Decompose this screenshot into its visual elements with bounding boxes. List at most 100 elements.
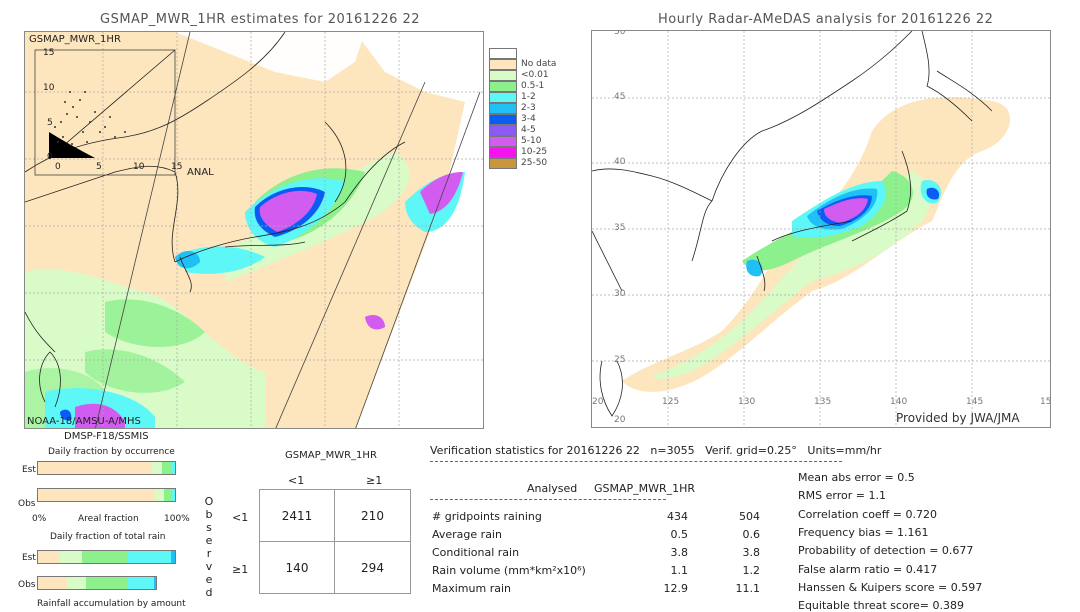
bar-segment: [127, 577, 154, 589]
contingency-model-label: GSMAP_MWR_1HR: [285, 450, 377, 461]
contingency-cell: 294: [334, 541, 411, 594]
contingency-row-header: <1: [232, 511, 249, 524]
row-label: Conditional rain: [432, 546, 520, 559]
row-analysed: 0.5: [670, 528, 689, 541]
lat-tick: 35: [614, 223, 626, 233]
bar-segment: [155, 489, 165, 501]
bar-segment: [38, 462, 152, 474]
sensor-label-noaa: NOAA-18/AMSU-A/MHS: [27, 416, 141, 427]
lat-tick: 40: [614, 157, 626, 167]
right-rain-map: 50 45 40 35 30 25 20 20 125 130 135 140 …: [591, 30, 1051, 428]
legend-swatch: [489, 70, 517, 81]
bar-segment: [85, 577, 128, 589]
row-model: 0.6: [742, 528, 761, 541]
legend-swatch: [489, 125, 517, 136]
observed-letter: v: [205, 560, 213, 573]
occurrence-title: Daily fraction by occurrence: [48, 447, 175, 457]
row-model: 11.1: [735, 582, 761, 595]
occurrence-est-bar: [37, 461, 176, 475]
left-rain-map: GSMAP_MWR_1HR 15 10 5 0 0 5 10 15 ANAL N…: [24, 31, 484, 429]
total-rain-obs-bar: [37, 576, 157, 590]
lon-tick: 125: [662, 397, 680, 407]
observed-letter: b: [205, 508, 213, 521]
sensor-label-dmsp: DMSP-F18/SSMIS: [64, 431, 149, 442]
scatter-x-tick: 10: [133, 162, 145, 172]
row-label: Rain volume (mm*km²x10⁶): [432, 564, 586, 577]
lon-tick: 135: [814, 397, 832, 407]
contingency-row-header: ≥1: [232, 563, 249, 576]
color-legend: No data <0.01 0.5-1 1-2 2-3 3-4 4-5 5-10 10-25 25…: [489, 48, 559, 208]
bar-segment: [38, 577, 68, 589]
row-label: Maximum rain: [432, 582, 511, 595]
observed-letter: r: [206, 547, 212, 560]
score-line: Probability of detection = 0.677: [798, 544, 974, 558]
col-model: GSMAP_MWR_1HR: [594, 482, 696, 495]
row-analysed: 3.8: [670, 546, 689, 559]
scatter-title: GSMAP_MWR_1HR: [29, 34, 121, 45]
left-map-canvas: [25, 32, 483, 428]
scatter-y-tick: 0: [47, 152, 53, 162]
contingency-cell: 140: [259, 541, 335, 594]
lat-tick: 45: [614, 92, 626, 102]
observed-letter: e: [205, 573, 213, 586]
occurrence-x-left: 0%: [32, 514, 47, 524]
scatter-x-tick: 15: [171, 162, 183, 172]
scatter-x-label: ANAL: [187, 167, 214, 178]
bar-segment: [59, 551, 82, 563]
lat-tick: 30: [614, 289, 626, 299]
column-divider: [430, 499, 666, 500]
occurrence-obs-bar: [37, 488, 176, 502]
bar-segment: [170, 551, 175, 563]
bar-segment: [151, 462, 162, 474]
bar-segment: [161, 462, 172, 474]
score-line: Mean abs error = 0.5: [798, 471, 915, 484]
data-credit: Provided by JWA/JMA: [896, 411, 1020, 425]
observed-letter: O: [204, 495, 214, 508]
lon-tick: 140: [890, 397, 908, 407]
score-line: Correlation coeff = 0.720: [798, 507, 937, 521]
right-map-title: Hourly Radar-AMeDAS analysis for 2016122…: [658, 12, 994, 27]
verification-header: Verification statistics for 20161226 22 …: [430, 444, 882, 457]
row-analysed: 434: [667, 510, 688, 523]
total-rain-est-bar: [37, 550, 176, 564]
contingency-cell: 2411: [259, 489, 335, 542]
lon-tick: 145: [966, 397, 984, 407]
bar-segment: [171, 462, 175, 474]
observed-letter: d: [205, 586, 213, 599]
occurrence-x-label: Areal fraction: [78, 514, 139, 524]
header-divider: [430, 461, 842, 462]
score-line: Equitable threat score= 0.389: [798, 599, 964, 612]
lat-tick: 20: [614, 415, 626, 425]
row-analysed: 12.9: [663, 582, 689, 595]
legend-label: 25-50: [521, 158, 548, 168]
score-line: RMS error = 1.1: [798, 489, 886, 503]
occurrence-est-label: Est: [22, 465, 36, 475]
bar-segment: [81, 551, 128, 563]
bar-segment: [127, 551, 171, 563]
legend-swatch: [489, 147, 517, 158]
legend-swatch: [489, 81, 517, 92]
row-label: Average rain: [432, 528, 502, 541]
lon-tick: 20: [592, 397, 604, 407]
legend-swatch: [489, 59, 517, 70]
bar-segment: [67, 577, 86, 589]
scatter-y-tick: 10: [43, 83, 55, 93]
bar-segment: [171, 489, 175, 501]
bar-segment: [38, 489, 156, 501]
score-line: Frequency bias = 1.161: [798, 525, 929, 539]
score-line: False alarm ratio = 0.417: [798, 562, 938, 576]
legend-swatch: [489, 114, 517, 125]
score-line: Hanssen & Kuipers score = 0.597: [798, 580, 983, 594]
scatter-y-tick: 5: [47, 118, 53, 128]
contingency-col-header: ≥1: [366, 474, 383, 487]
scatter-x-tick: 0: [55, 162, 61, 172]
scatter-y-tick: 15: [43, 48, 55, 58]
bar-segment: [38, 551, 60, 563]
lat-tick: 25: [614, 355, 626, 365]
contingency-cell: 210: [334, 489, 411, 542]
occurrence-obs-label: Obs: [18, 499, 36, 509]
legend-swatch: [489, 136, 517, 147]
legend-swatch: [489, 158, 517, 169]
observed-letter: e: [205, 534, 213, 547]
row-model: 3.8: [742, 546, 761, 559]
